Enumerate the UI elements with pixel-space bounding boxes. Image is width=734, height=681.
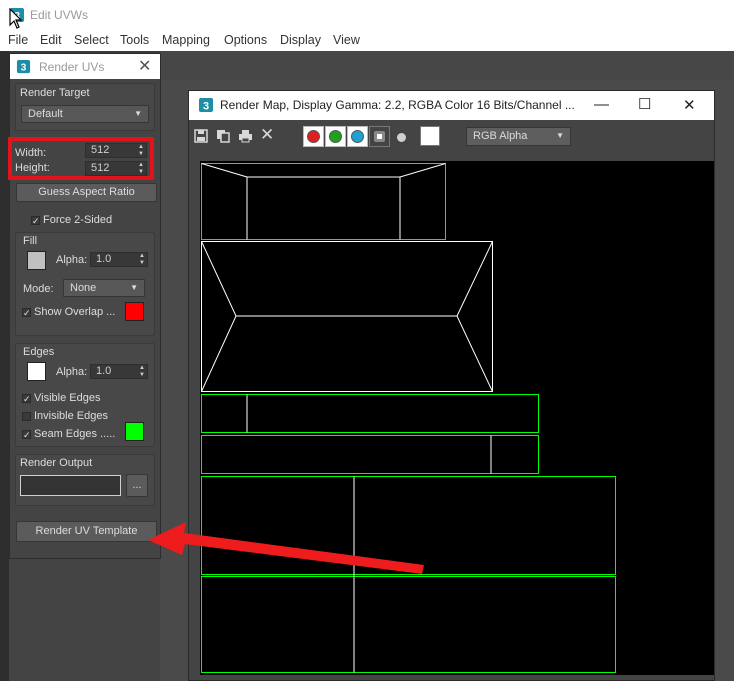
edge-alpha-label: Alpha: [56,366,88,378]
svg-text:3: 3 [21,63,27,74]
fill-group: Fill Alpha: 1.0 ▲ ▼ Mode: None ▼ ✓ Show O… [15,232,155,336]
menu-tools[interactable]: Tools [120,33,149,47]
render-uvs-titlebar: 3 Render UVs ✕ [10,54,160,79]
menu-options[interactable]: Options [224,33,267,47]
fill-alpha-value: 1.0 [96,253,112,265]
render-output-label: Render Output [20,457,93,469]
seam-edges-label: Seam Edges ..... [34,428,116,440]
menu-file[interactable]: File [8,33,28,47]
mouse-cursor-icon [9,7,23,33]
render-target-label: Render Target [20,87,90,99]
dialog-title: Render UVs [39,60,105,74]
render-map-titlebar: 3 Render Map, Display Gamma: 2.2, RGBA C… [189,91,714,120]
alpha-channel-icon [374,131,385,142]
chevron-down-icon: ▼ [556,131,564,140]
show-overlap-checkbox[interactable]: ✓ [22,308,31,318]
edges-label: Edges [23,346,55,358]
blue-channel-icon [351,130,364,143]
visible-edges-checkbox[interactable]: ✓ [22,394,31,404]
spinner-arrows-icon[interactable]: ▲ ▼ [139,253,145,266]
maximize-icon[interactable]: ☐ [638,95,651,113]
window-title: Edit UVWs [30,8,89,22]
edge-color-swatch[interactable] [27,362,46,381]
show-overlap-label: Show Overlap ... [34,306,116,318]
fill-mode-value: None [70,282,97,294]
minimize-icon[interactable]: — [594,96,609,113]
spinner-arrows-icon[interactable]: ▲ ▼ [139,365,145,378]
menu-edit[interactable]: Edit [40,33,62,47]
fill-mode-dropdown[interactable]: None ▼ [63,279,145,297]
invisible-edges-label: Invisible Edges [34,410,108,422]
close-icon[interactable]: ✕ [683,96,696,114]
menu-select[interactable]: Select [74,33,109,47]
alpha-channel-toggle[interactable] [369,126,390,147]
red-channel-icon [307,130,320,143]
max-app-icon: 3 [198,97,214,116]
invisible-edges-checkbox[interactable] [22,412,31,421]
channel-display-value: RGB Alpha [473,130,528,142]
render-map-toolbar: ✕ RGB Alpha ▼ [189,120,714,152]
uv-toolbar-area [160,51,734,80]
uv-template-image [201,163,616,673]
render-map-window: 3 Render Map, Display Gamma: 2.2, RGBA C… [188,90,715,681]
edit-uvws-titlebar: 3 Edit UVWs [0,0,734,30]
force-two-sided-label: Force 2-Sided [43,214,113,226]
guess-aspect-ratio-button[interactable]: Guess Aspect Ratio [16,183,157,202]
menu-view[interactable]: View [333,33,360,47]
render-output-group: Render Output ... [15,454,155,506]
render-map-title: Render Map, Display Gamma: 2.2, RGBA Col… [220,98,575,112]
render-uvs-dialog: 3 Render UVs ✕ Render Target Default ▼ W… [9,53,161,559]
width-height-highlight-box [8,137,154,180]
edge-alpha-spinner[interactable]: 1.0 ▲ ▼ [90,364,148,379]
fill-alpha-spinner[interactable]: 1.0 ▲ ▼ [90,252,148,267]
menu-bar: File Edit Select Tools Mapping Options D… [0,30,734,51]
render-output-field[interactable] [20,475,121,496]
print-icon[interactable] [238,129,253,145]
menu-display[interactable]: Display [280,33,321,47]
fill-color-swatch[interactable] [27,251,46,270]
edge-alpha-value: 1.0 [96,365,112,377]
svg-text:3: 3 [203,101,209,113]
seam-color-swatch[interactable] [125,422,144,441]
fill-alpha-label: Alpha: [56,254,88,266]
overlap-color-swatch[interactable] [125,302,144,321]
visible-edges-label: Visible Edges [34,392,101,404]
fill-label: Fill [23,235,38,247]
menu-mapping[interactable]: Mapping [162,33,210,47]
render-target-dropdown[interactable]: Default ▼ [21,105,149,123]
chevron-down-icon: ▼ [130,283,138,292]
chevron-down-icon: ▼ [134,109,142,118]
copy-icon[interactable] [216,129,230,145]
browse-button[interactable]: ... [126,474,148,497]
background-color-swatch[interactable] [420,126,440,146]
green-channel-icon [329,130,342,143]
render-target-group: Render Target Default ▼ [15,83,155,131]
monochrome-icon[interactable] [397,133,406,142]
fill-mode-label: Mode: [23,283,54,295]
force-two-sided-checkbox[interactable]: ✓ [31,216,40,226]
uv-render-canvas [200,161,714,675]
close-icon[interactable]: ✕ [138,56,151,76]
seam-edges-checkbox[interactable]: ✓ [22,430,31,440]
edges-group: Edges Alpha: 1.0 ▲ ▼ ✓ Visible Edges Invi… [15,343,155,447]
blue-channel-toggle[interactable] [347,126,368,147]
green-channel-toggle[interactable] [325,126,346,147]
red-channel-toggle[interactable] [303,126,324,147]
render-target-value: Default [28,108,63,120]
max-app-icon: 3 [16,59,31,77]
save-icon[interactable] [194,129,208,145]
channel-display-dropdown[interactable]: RGB Alpha ▼ [466,127,571,146]
clear-icon[interactable]: ✕ [260,126,274,143]
render-uv-template-button[interactable]: Render UV Template [16,521,157,542]
